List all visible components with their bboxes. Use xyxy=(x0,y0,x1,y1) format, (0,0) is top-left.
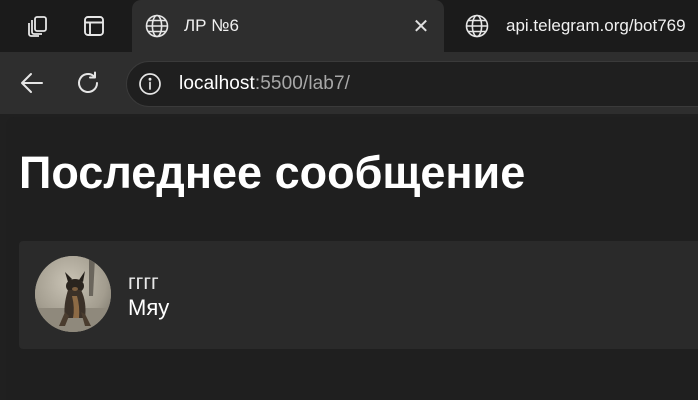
page-title: Последнее сообщение xyxy=(19,147,526,198)
arrow-left-icon xyxy=(21,73,43,93)
tab-title: ЛР №6 xyxy=(184,16,239,35)
refresh-icon xyxy=(78,71,98,93)
message-card: гггг Мяу xyxy=(19,241,698,349)
globe-icon xyxy=(464,13,490,39)
workspaces-icon[interactable] xyxy=(24,12,52,40)
tab-inactive[interactable]: api.telegram.org/bot769 xyxy=(452,0,698,52)
browser-toolbar: localhost:5500/lab7/ xyxy=(0,52,698,114)
page-viewport: Последнее сообщение гггг Мяу xyxy=(6,117,698,400)
message-author: гггг xyxy=(128,271,159,294)
dog-photo-image xyxy=(35,256,111,332)
back-button[interactable] xyxy=(16,67,48,99)
message-text: Мяу xyxy=(128,295,170,320)
site-info-icon[interactable] xyxy=(137,71,163,97)
tab-actions-icon[interactable] xyxy=(80,12,108,40)
tab-title: api.telegram.org/bot769 xyxy=(506,16,686,35)
tab-active[interactable]: ЛР №6 ✕ xyxy=(132,0,444,52)
tab-strip: ЛР №6 ✕ api.telegram.org/bot769 xyxy=(0,0,698,52)
refresh-button[interactable] xyxy=(72,67,104,99)
url-text: localhost:5500/lab7/ xyxy=(179,73,350,95)
address-bar[interactable]: localhost:5500/lab7/ xyxy=(126,61,698,107)
close-icon[interactable]: ✕ xyxy=(408,13,434,39)
avatar xyxy=(35,256,111,332)
globe-icon xyxy=(144,13,170,39)
url-host: localhost xyxy=(179,73,255,94)
url-path: :5500/lab7/ xyxy=(254,73,351,94)
